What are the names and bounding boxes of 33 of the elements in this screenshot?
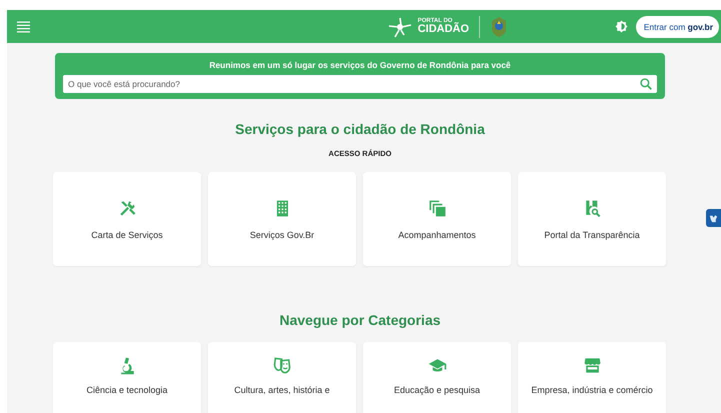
- card-label: Educação e pesquisa: [394, 385, 480, 395]
- search-field[interactable]: O que você está procurando?: [63, 75, 657, 93]
- category-card[interactable]: Educação e pesquisa: [363, 342, 511, 413]
- card-label: Acompanhamentos: [398, 230, 476, 240]
- logo-mark-icon: [386, 16, 413, 38]
- category-card[interactable]: Empresa, indústria e comércio: [518, 342, 666, 413]
- hand-icon: [708, 212, 719, 224]
- menu-icon[interactable]: [17, 20, 30, 32]
- logo-title: CIDADÃO: [418, 24, 470, 35]
- card-label: Cultura, artes, história e: [234, 385, 330, 395]
- tools-icon: [118, 198, 136, 218]
- service-card[interactable]: Carta de Serviços: [53, 172, 201, 266]
- category-card[interactable]: Ciência e tecnologia: [53, 342, 201, 413]
- card-label: Ciência e tecnologia: [86, 385, 168, 395]
- service-card[interactable]: Portal da Transparência: [518, 172, 666, 266]
- card-label: Carta de Serviços: [91, 230, 163, 240]
- accessibility-button[interactable]: [706, 209, 721, 227]
- section-title: Navegue por Categorias: [278, 312, 442, 328]
- card-label: Portal da Transparência: [544, 230, 640, 240]
- contrast-icon[interactable]: [614, 20, 628, 33]
- banner-title: Reunimos em um só lugar os serviços do Governo de Rondônia para você: [208, 60, 512, 70]
- service-card[interactable]: Serviços Gov.Br: [208, 172, 356, 266]
- card-label: Empresa, indústria e comércio: [531, 385, 653, 395]
- section-title: Serviços para o cidadão de Rondônia: [234, 121, 486, 137]
- theater-masks-icon: [272, 356, 292, 375]
- login-button[interactable]: Entrar com gov.br: [636, 16, 719, 38]
- service-card[interactable]: Acompanhamentos: [363, 172, 511, 266]
- search-icon[interactable]: [639, 77, 653, 91]
- card-label: Serviços Gov.Br: [250, 230, 314, 240]
- coat-of-arms-icon: [490, 16, 508, 38]
- storefront-icon: [582, 356, 602, 375]
- stacked-squares-icon: [428, 198, 446, 218]
- category-card[interactable]: Cultura, artes, história e: [208, 342, 356, 413]
